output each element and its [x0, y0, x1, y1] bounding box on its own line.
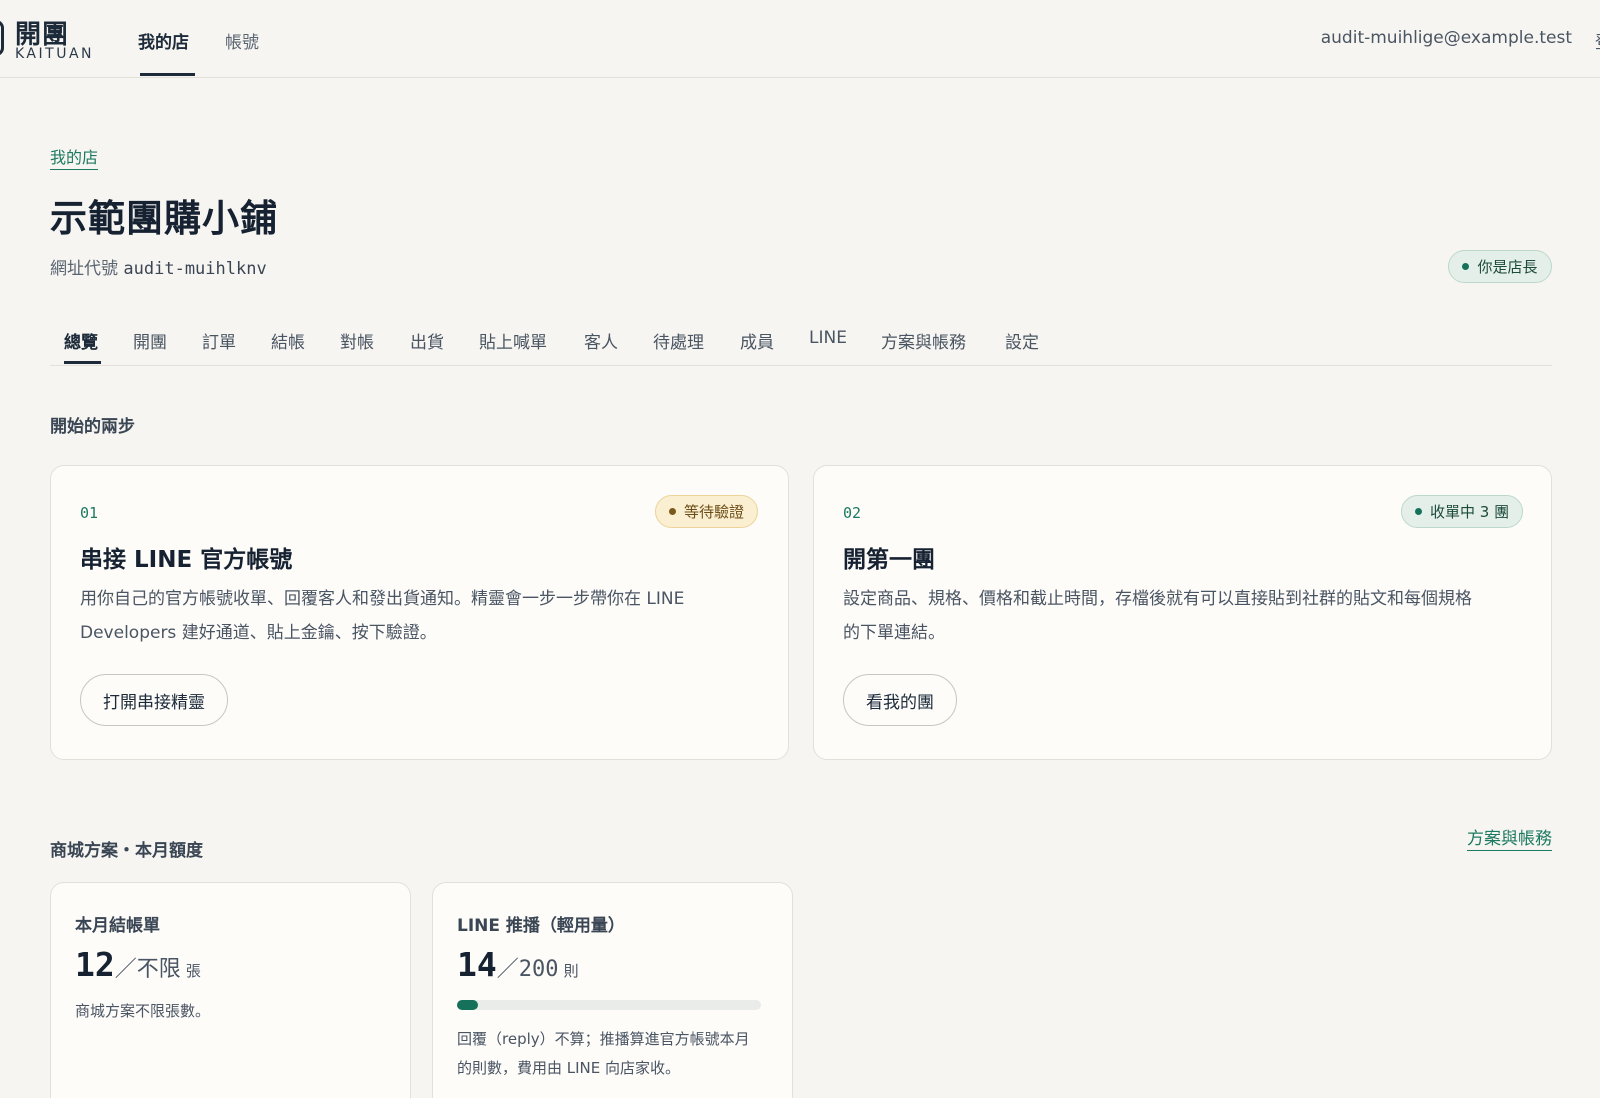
step-description: 設定商品、規格、價格和截止時間，存檔後就有可以直接貼到社群的貼文和每個規格 的下…: [843, 582, 1472, 650]
quota-unit: 則: [563, 962, 579, 980]
quota-progress-fill: [457, 1000, 479, 1010]
user-email: audit-muihlige@example.test: [1320, 28, 1572, 48]
quota-note-line: 商城方案不限張數。: [75, 1002, 211, 1020]
quota-used: 14: [457, 945, 497, 984]
topnav-my-store[interactable]: 我的店: [138, 28, 189, 53]
quota-card-checkouts: 本月結帳單 12／不限 張 商城方案不限張數。: [50, 882, 411, 1098]
role-badge: 你是店長: [1448, 250, 1552, 283]
step-card-line: 01 等待驗證 串接 LINE 官方帳號 用你自己的官方帳號收單、回覆客人和發出…: [50, 465, 789, 760]
store-slug: audit-muihlknv: [123, 259, 267, 279]
tab-orders[interactable]: 訂單: [202, 328, 236, 353]
quota-limit: 不限: [136, 957, 181, 982]
role-badge-label: 你是店長: [1477, 258, 1538, 276]
step-card-first-group: 02 收單中 3 團 開第一團 設定商品、規格、價格和截止時間，存檔後就有可以直…: [813, 465, 1552, 760]
tab-active-indicator: [64, 361, 101, 364]
store-slug-row: 網址代號 audit-muihlknv: [50, 254, 267, 279]
quota-separator: ／: [114, 957, 137, 982]
breadcrumb-my-store[interactable]: 我的店: [50, 144, 99, 170]
quota-used: 12: [75, 945, 115, 984]
step-description-line: 設定商品、規格、價格和截止時間，存檔後就有可以直接貼到社群的貼文和每個規格: [843, 589, 1472, 609]
tab-overview[interactable]: 總覽: [64, 328, 98, 353]
status-dot-icon: [1415, 508, 1422, 515]
status-badge-label: 收單中 3 團: [1430, 503, 1510, 521]
tab-plans-billing[interactable]: 方案與帳務: [881, 328, 966, 353]
logout-link-partial[interactable]: 登: [1595, 28, 1600, 53]
open-line-wizard-button[interactable]: 打開串接精靈: [80, 674, 228, 726]
quota-card-line-push: LINE 推播（輕用量） 14／200 則 回覆（reply）不算；推播算進官方…: [432, 882, 793, 1098]
plan-section-title: 商城方案・本月額度: [50, 841, 203, 861]
quota-note: 回覆（reply）不算；推播算進官方帳號本月 的則數，費用由 LINE 向店家收…: [457, 1025, 750, 1083]
tab-customers[interactable]: 客人: [584, 328, 618, 353]
brand-subtitle: KAITUAN: [15, 46, 94, 62]
status-badge-label: 等待驗證: [684, 503, 745, 521]
topnav-active-indicator: [140, 73, 195, 76]
status-badge: 等待驗證: [655, 495, 759, 528]
step-number: 02: [843, 504, 862, 522]
step-title: 串接 LINE 官方帳號: [80, 547, 293, 573]
tab-line[interactable]: LINE: [809, 328, 847, 348]
topnav-account[interactable]: 帳號: [225, 28, 259, 53]
quota-note-line: 的則數，費用由 LINE 向店家收。: [457, 1059, 681, 1077]
quota-note-line: 回覆（reply）不算；推播算進官方帳號本月: [457, 1030, 750, 1048]
top-navigation-bar: 開團 KAITUAN 我的店 帳號 audit-muihlige@example…: [0, 0, 1600, 78]
brand-logo-icon: [0, 20, 4, 56]
step-description-line: 用你自己的官方帳號收單、回覆客人和發出貨通知。精靈會一步一步帶你在 LINE: [80, 589, 685, 609]
quota-value: 14／200 則: [457, 945, 579, 984]
status-dot-icon: [1462, 263, 1470, 270]
step-description: 用你自己的官方帳號收單、回覆客人和發出貨通知。精靈會一步一步帶你在 LINE D…: [80, 582, 684, 650]
tab-paste-orders[interactable]: 貼上喊單: [479, 328, 547, 353]
tab-settings[interactable]: 設定: [1005, 328, 1039, 353]
plans-billing-link[interactable]: 方案與帳務: [1467, 824, 1552, 851]
status-dot-icon: [669, 508, 676, 515]
quota-value: 12／不限 張: [75, 945, 201, 984]
quota-unit: 張: [185, 962, 201, 980]
quota-separator: ／: [496, 957, 519, 982]
quota-note: 商城方案不限張數。: [75, 997, 210, 1026]
quota-limit: 200: [518, 957, 559, 982]
tab-reconcile[interactable]: 對帳: [340, 328, 374, 353]
store-tabs: 總覽 開團 訂單 結帳 對帳 出貨 貼上喊單 客人 待處理 成員 LINE 方案…: [50, 318, 1552, 366]
quota-progress-bar: [457, 1000, 761, 1010]
page-title: 示範團購小鋪: [50, 197, 278, 240]
step-number: 01: [80, 504, 99, 522]
view-my-groups-button[interactable]: 看我的團: [843, 674, 957, 726]
tab-shipping[interactable]: 出貨: [410, 328, 444, 353]
step-title: 開第一團: [843, 547, 935, 573]
quota-title: 本月結帳單: [75, 916, 160, 936]
quota-title: LINE 推播（輕用量）: [457, 916, 625, 936]
tab-open-group[interactable]: 開團: [133, 328, 167, 353]
slug-label: 網址代號: [50, 259, 118, 279]
tab-pending[interactable]: 待處理: [653, 328, 704, 353]
status-badge: 收單中 3 團: [1401, 495, 1524, 528]
steps-section-title: 開始的兩步: [50, 417, 135, 437]
step-description-line: 的下單連結。: [843, 623, 945, 643]
step-description-line: Developers 建好通道、貼上金鑰、按下驗證。: [80, 623, 437, 643]
tab-checkout[interactable]: 結帳: [271, 328, 305, 353]
tab-members[interactable]: 成員: [740, 328, 774, 353]
